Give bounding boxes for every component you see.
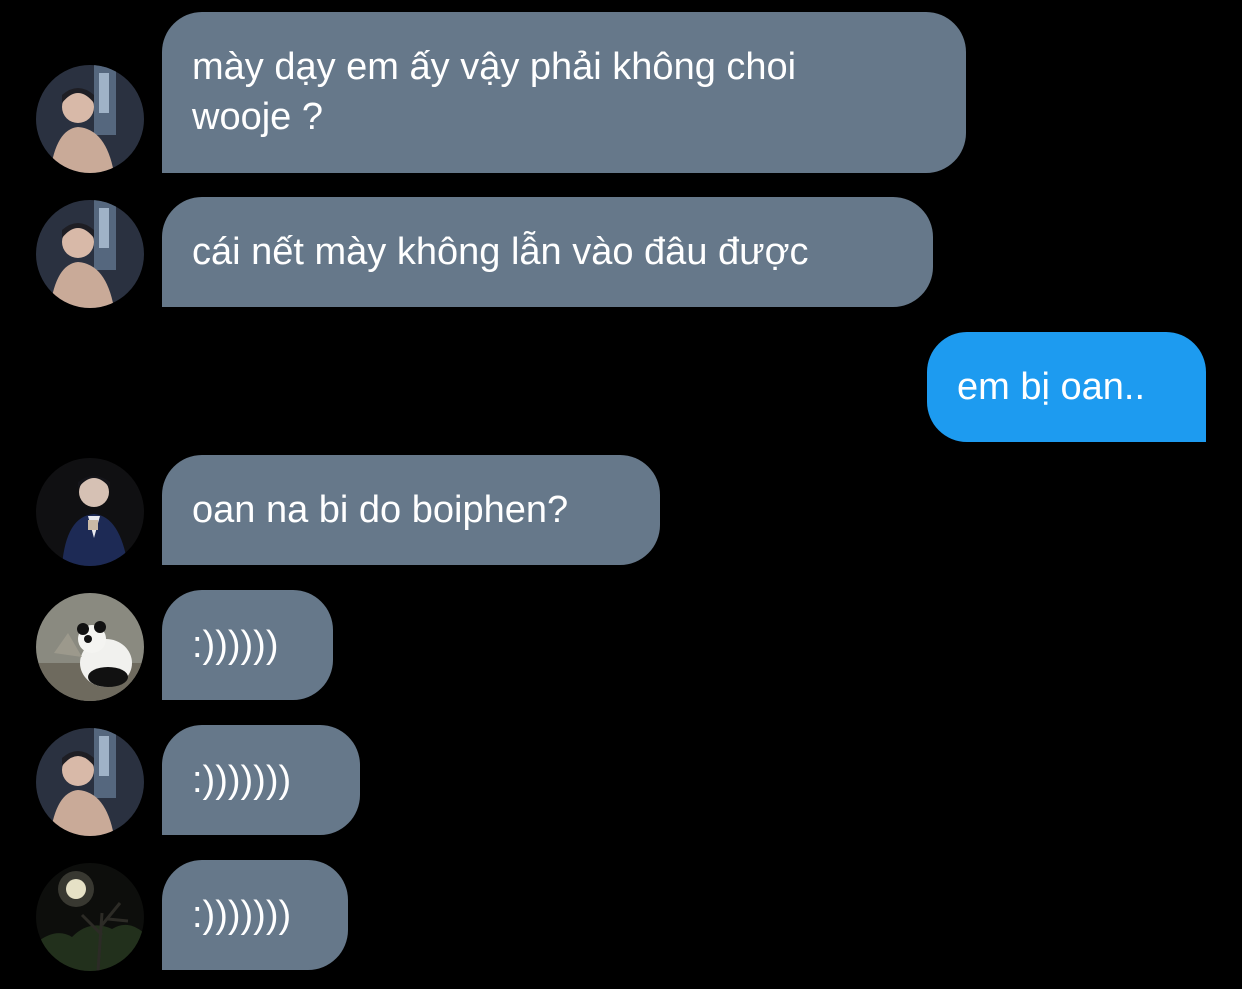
avatar-panda-icon[interactable] bbox=[36, 593, 144, 701]
message-bubble[interactable]: oan na bi do boiphen? bbox=[162, 455, 660, 565]
avatar-person-suit-icon[interactable] bbox=[36, 458, 144, 566]
avatar-night-moon-icon[interactable] bbox=[36, 863, 144, 971]
message-bubble[interactable]: :)))))) bbox=[162, 590, 333, 700]
chat-thread: mày dạy em ấy vậy phải không choi wooje … bbox=[0, 0, 1242, 989]
avatar-person-grey-shirt-icon[interactable] bbox=[36, 200, 144, 308]
message-bubble[interactable]: cái nết mày không lẫn vào đâu được bbox=[162, 197, 933, 307]
message-bubble[interactable]: :))))))) bbox=[162, 725, 360, 835]
message-bubble-outgoing[interactable]: em bị oan.. bbox=[927, 332, 1206, 442]
avatar-person-grey-shirt-icon[interactable] bbox=[36, 65, 144, 173]
message-bubble[interactable]: mày dạy em ấy vậy phải không choi wooje … bbox=[162, 12, 966, 173]
message-bubble[interactable]: :))))))) bbox=[162, 860, 348, 970]
avatar-person-grey-shirt-icon[interactable] bbox=[36, 728, 144, 836]
